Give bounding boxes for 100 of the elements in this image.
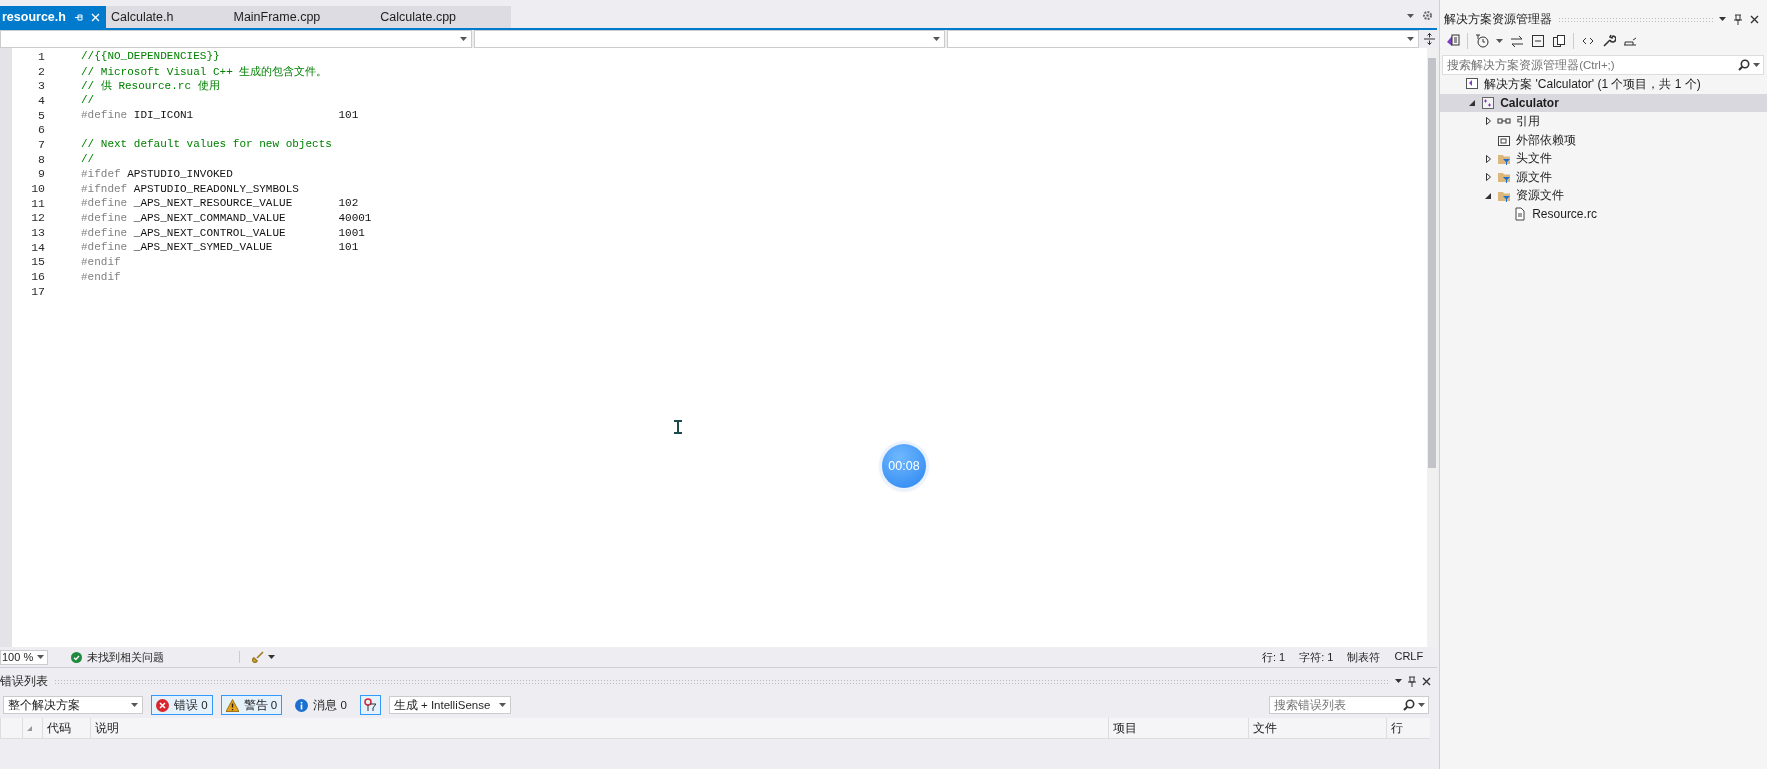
filter-toggle[interactable]: 消息 0 [290, 695, 352, 715]
file-tab[interactable]: Calculate.h [105, 6, 229, 28]
collapsed-icon[interactable] [1485, 117, 1491, 126]
close-icon[interactable] [1750, 14, 1759, 24]
macro-name: _APS_NEXT_CONTROL_VALUE [133, 226, 286, 239]
tree-item[interactable]: 源文件 [1440, 167, 1767, 187]
tree-item[interactable]: Calculator [1440, 93, 1767, 113]
line-number: 14 [30, 240, 45, 254]
collapsed-icon[interactable] [1485, 154, 1491, 163]
split-icon[interactable] [1423, 33, 1435, 45]
caret-icon [1496, 39, 1504, 43]
file-tab[interactable]: MainFrame.cpp [228, 6, 376, 28]
expanded-icon[interactable] [1485, 192, 1492, 199]
macro-name: APSTUDIO_INVOKED [127, 167, 233, 180]
wrench-icon[interactable] [1602, 34, 1617, 48]
info-icon [295, 698, 309, 712]
expanded-icon[interactable] [1469, 99, 1476, 106]
file-tab[interactable]: resource.h [0, 6, 106, 28]
line-number: 7 [37, 137, 45, 151]
code-comment: // [81, 153, 95, 166]
line-number: 3 [37, 79, 45, 93]
file-tab[interactable]: Calculate.cpp [375, 6, 512, 28]
preprocessor-directive: #endif [81, 270, 121, 283]
search-icon[interactable] [1403, 699, 1416, 711]
macro-value: 101 [338, 109, 359, 122]
external-folder-icon [1497, 133, 1512, 148]
dropdown-icon[interactable] [1719, 17, 1726, 21]
tree-item[interactable]: 引用 [1440, 112, 1767, 131]
pin-icon[interactable] [1734, 13, 1742, 25]
line-number: 6 [37, 123, 45, 137]
panel-title: 解决方案资源管理器 [1444, 11, 1553, 27]
preprocessor-directive: #endif [81, 255, 121, 268]
search-icon[interactable] [1738, 59, 1751, 71]
macro-name: APSTUDIO_READONLY_SYMBOLS [133, 182, 299, 195]
line-number: 13 [30, 226, 45, 240]
macro-value: 102 [338, 197, 359, 210]
filter-toggle[interactable]: 警告 0 [220, 695, 283, 715]
dropdown-icon[interactable] [1407, 13, 1415, 18]
dropdown-icon[interactable] [1395, 679, 1403, 683]
scope-dropdown[interactable]: 整个解决方案 [3, 696, 143, 714]
issues-status[interactable]: 未找到相关问题 [87, 649, 164, 665]
column-header[interactable]: 代码 [42, 718, 90, 738]
warning-icon [225, 698, 239, 712]
macro-name: _APS_NEXT_SYMED_VALUE [133, 241, 273, 254]
tree-item[interactable]: 外部依赖项 [1440, 130, 1767, 150]
source-dropdown[interactable]: 生成 + IntelliSense [388, 696, 511, 714]
caret-icon [933, 37, 941, 41]
tree-item[interactable]: 资源文件 [1440, 186, 1767, 206]
line-number: 17 [30, 284, 45, 298]
preprocessor-directive: #define [81, 211, 128, 224]
macro-value: 101 [338, 241, 359, 254]
line-number: 15 [30, 255, 45, 269]
search-field[interactable]: 搜索错误列表 [1269, 696, 1430, 714]
solution-icon [1465, 77, 1480, 92]
check-circle-icon [71, 651, 82, 663]
column-header[interactable]: 项目 [1108, 718, 1248, 738]
caret-icon[interactable] [268, 655, 275, 659]
text-cursor-icon [674, 420, 682, 434]
filter-button[interactable] [359, 695, 381, 715]
macro-name: IDI_ICON1 [133, 109, 194, 122]
recording-timer: 00:08 [882, 444, 926, 488]
caret-icon [1418, 703, 1426, 707]
column-header[interactable]: 文件 [1248, 718, 1386, 738]
status-item[interactable]: 行: 1 [1262, 649, 1286, 665]
filter-toggle[interactable]: 错误 0 [151, 695, 213, 715]
zoom-dropdown[interactable]: 100 % [0, 649, 48, 665]
line-number: 9 [37, 167, 45, 181]
copy-icon[interactable] [1552, 34, 1567, 48]
line-number: 5 [37, 108, 45, 122]
collapsed-icon[interactable] [1485, 173, 1491, 182]
settings-icon[interactable] [1422, 10, 1434, 21]
column-header[interactable]: 行 [1386, 718, 1430, 738]
caret-icon [1753, 63, 1761, 67]
macro-name: _APS_NEXT_RESOURCE_VALUE [133, 197, 293, 210]
pin-icon[interactable] [73, 12, 83, 22]
status-item[interactable]: CRLF [1394, 649, 1424, 665]
tree-item[interactable]: 解决方案 'Calculator' (1 个项目，共 1 个) [1440, 75, 1767, 94]
line-number: 10 [30, 182, 45, 196]
line-number: 12 [30, 211, 45, 225]
sort-icon[interactable] [27, 725, 32, 731]
code-comment: // Next default values for new objects [81, 138, 332, 151]
status-item[interactable]: 制表符 [1347, 649, 1381, 665]
tree-item[interactable]: Resource.rc [1440, 205, 1767, 224]
history-icon[interactable] [1475, 34, 1490, 48]
pin-icon[interactable] [1408, 675, 1417, 687]
close-icon[interactable] [1422, 676, 1432, 686]
caret-icon [37, 655, 44, 659]
line-number: 1 [37, 49, 45, 63]
collapse-icon[interactable] [1531, 34, 1546, 48]
preprocessor-directive: #ifdef [81, 167, 121, 180]
brush-icon[interactable] [252, 651, 264, 663]
status-item[interactable]: 字符: 1 [1299, 649, 1334, 665]
macro-value: 1001 [338, 226, 365, 239]
column-header[interactable]: 说明 [90, 718, 1108, 738]
funnel-icon [364, 698, 377, 712]
caret-icon [498, 703, 506, 707]
tree-item[interactable]: 头文件 [1440, 149, 1767, 168]
preprocessor-directive: #define [81, 197, 128, 210]
sync-icon[interactable] [1510, 34, 1525, 48]
search-field[interactable]: 搜索解决方案资源管理器(Ctrl+;) [1442, 55, 1765, 75]
